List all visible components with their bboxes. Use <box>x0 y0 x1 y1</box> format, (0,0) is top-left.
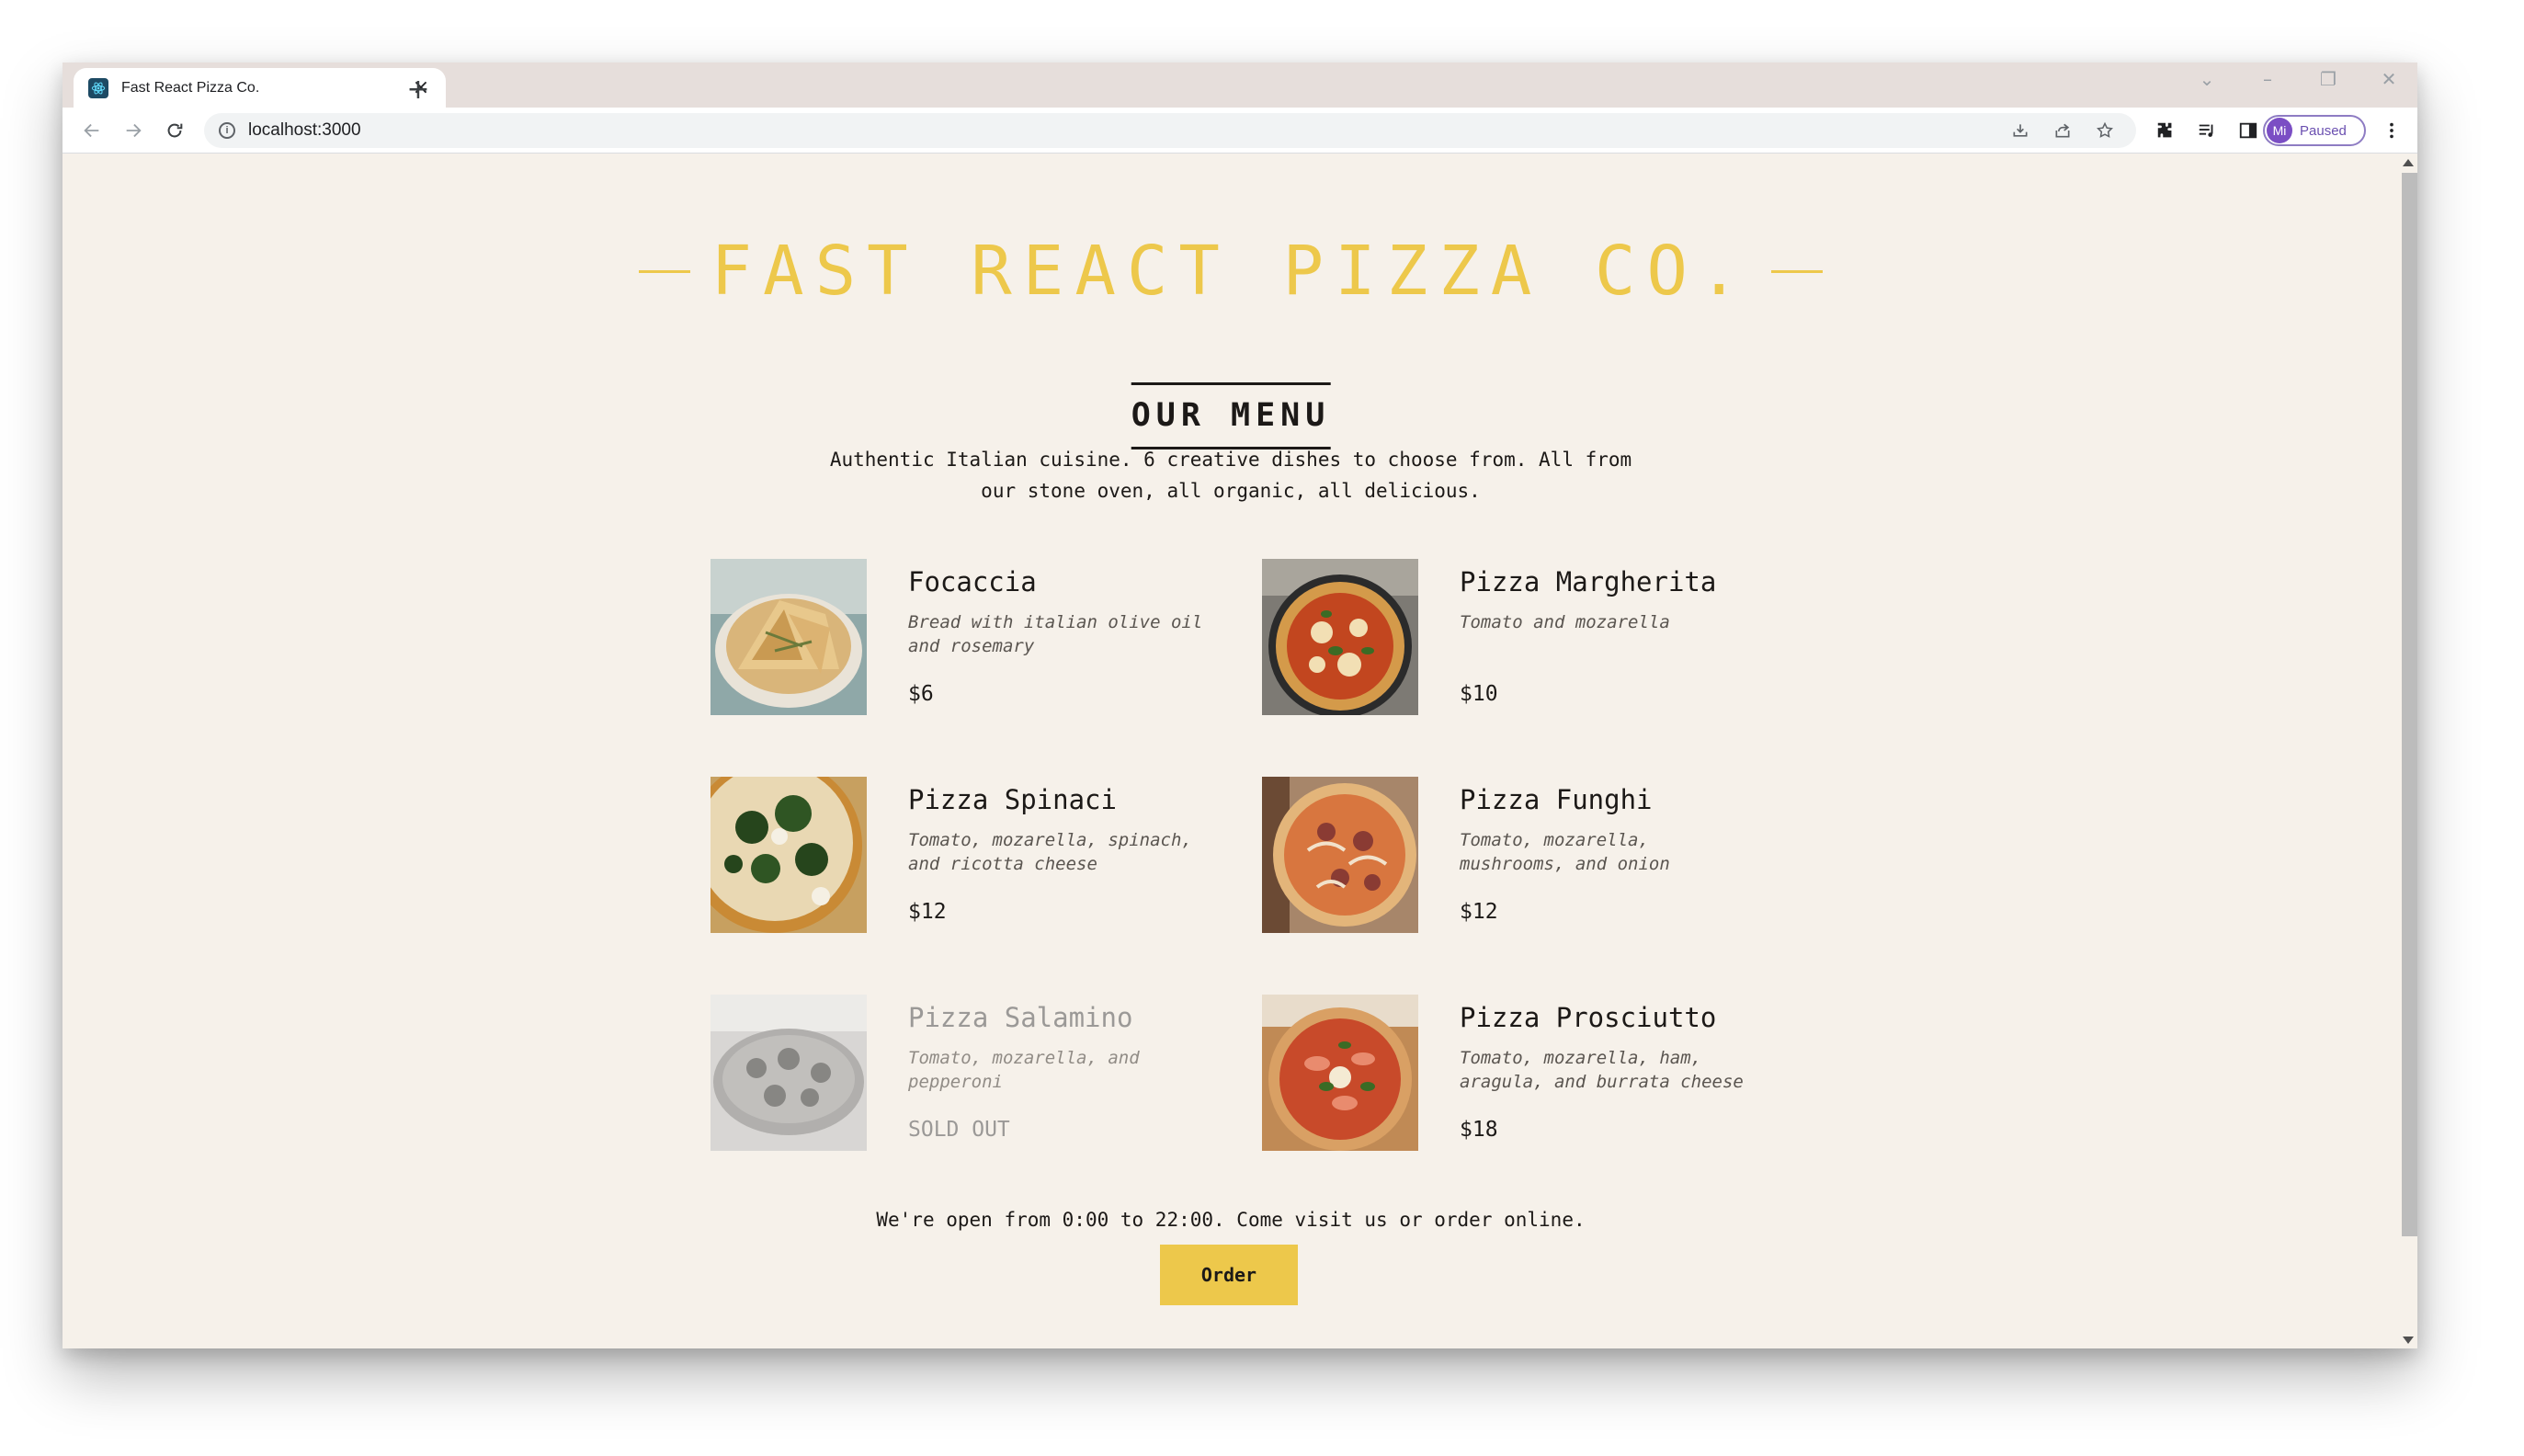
pizza-name: Pizza Funghi <box>1460 784 1653 815</box>
address-bar[interactable]: i localhost:3000 <box>204 113 2136 148</box>
extensions-puzzle-icon[interactable] <box>2154 119 2177 142</box>
profile-button[interactable]: Mi Paused <box>2263 115 2366 146</box>
page-content: FAST REACT PIZZA CO. OUR MENU Authentic … <box>63 154 2399 1348</box>
pizza-ingredients: Tomato, mozarella, ham, aragula, and bur… <box>1460 1047 1744 1092</box>
forward-icon[interactable] <box>119 116 148 145</box>
pizza-ingredients: Tomato and mozarella <box>1460 611 1670 632</box>
pizza-price: $12 <box>908 899 947 924</box>
pizza-item: Pizza Spinaci Tomato, mozarella, spinach… <box>711 777 1262 933</box>
header-divider-right <box>1770 269 1823 273</box>
pizza-list: Focaccia Bread with italian olive oil an… <box>711 559 1813 1151</box>
header-divider-left <box>639 269 691 273</box>
pizza-name: Pizza Spinaci <box>908 784 1117 815</box>
share-icon[interactable] <box>2052 119 2074 142</box>
pizza-item: Pizza Prosciutto Tomato, mozarella, ham,… <box>1262 995 1813 1151</box>
window-controls: ⌄ – ❐ ✕ <box>2195 68 2401 90</box>
brand-title: FAST REACT PIZZA CO. <box>711 232 1751 311</box>
media-queue-icon[interactable] <box>2196 119 2218 142</box>
pizza-price: $10 <box>1460 681 1498 706</box>
scroll-up-arrow-icon[interactable] <box>2403 159 2414 166</box>
install-app-icon[interactable] <box>2009 119 2031 142</box>
more-menu-icon[interactable] <box>2381 119 2403 142</box>
restore-icon[interactable]: ❐ <box>2316 68 2340 90</box>
menu-intro: Authentic Italian cuisine. 6 creative di… <box>829 449 1632 502</box>
pizza-item: Focaccia Bread with italian olive oil an… <box>711 559 1262 715</box>
tab-title: Fast React Pizza Co. <box>121 79 260 96</box>
minimize-icon[interactable]: – <box>2256 68 2280 90</box>
pizza-price: $18 <box>1460 1117 1498 1142</box>
pizza-photo-margherita <box>1262 559 1418 715</box>
pizza-price: $6 <box>908 681 934 706</box>
pizza-item: Pizza Salamino Tomato, mozarella, and pe… <box>711 995 1262 1151</box>
scrollbar-thumb[interactable] <box>2402 173 2417 1236</box>
side-panel-icon[interactable] <box>2237 119 2259 142</box>
pizza-ingredients: Bread with italian olive oil and rosemar… <box>908 611 1203 656</box>
site-info-icon[interactable]: i <box>219 122 235 139</box>
opening-hours: We're open from 0:00 to 22:00. Come visi… <box>876 1209 1586 1231</box>
bookmark-star-icon[interactable] <box>2094 119 2116 142</box>
close-window-icon[interactable]: ✕ <box>2377 68 2401 90</box>
react-favicon-icon <box>88 77 108 98</box>
avatar: Mi <box>2267 118 2292 143</box>
url-text: localhost:3000 <box>248 120 361 140</box>
pizza-price: $12 <box>1460 899 1498 924</box>
pizza-photo-funghi <box>1262 777 1418 933</box>
scroll-down-arrow-icon[interactable] <box>2403 1337 2414 1344</box>
pizza-photo-spinaci <box>711 777 867 933</box>
pizza-name: Pizza Salamino <box>908 1002 1133 1033</box>
site-header: FAST REACT PIZZA CO. <box>63 237 2399 305</box>
tab-strip: Fast React Pizza Co. × + ⌄ – ❐ ✕ <box>63 63 2417 108</box>
profile-status: Paused <box>2300 122 2347 139</box>
browser-window: Fast React Pizza Co. × + ⌄ – ❐ ✕ i local… <box>63 63 2417 1348</box>
pizza-photo-prosciutto <box>1262 995 1418 1151</box>
pizza-photo-focaccia <box>711 559 867 715</box>
page-scrollbar[interactable] <box>2399 154 2417 1348</box>
pizza-item: Pizza Funghi Tomato, mozarella, mushroom… <box>1262 777 1813 933</box>
tab-search-icon[interactable]: ⌄ <box>2195 68 2219 90</box>
pizza-name: Pizza Prosciutto <box>1460 1002 1717 1033</box>
pizza-item: Pizza Margherita Tomato and mozarella $1… <box>1262 559 1813 715</box>
browser-toolbar: i localhost:3000 Mi Paused <box>63 108 2417 154</box>
sold-out-label: SOLD OUT <box>908 1117 1010 1142</box>
pizza-name: Focaccia <box>908 566 1037 597</box>
pizza-ingredients: Tomato, mozarella, spinach, and ricotta … <box>908 829 1192 874</box>
reload-icon[interactable] <box>160 116 189 145</box>
pizza-ingredients: Tomato, mozarella, and pepperoni <box>908 1047 1140 1092</box>
order-button[interactable]: Order <box>1160 1245 1298 1305</box>
pizza-ingredients: Tomato, mozarella, mushrooms, and onion <box>1460 829 1670 874</box>
pizza-name: Pizza Margherita <box>1460 566 1717 597</box>
back-icon[interactable] <box>77 116 107 145</box>
menu-title: OUR MENU <box>1131 382 1331 449</box>
pizza-photo-salamino <box>711 995 867 1151</box>
browser-tab[interactable]: Fast React Pizza Co. × <box>74 68 446 108</box>
new-tab-icon[interactable]: + <box>403 74 434 106</box>
